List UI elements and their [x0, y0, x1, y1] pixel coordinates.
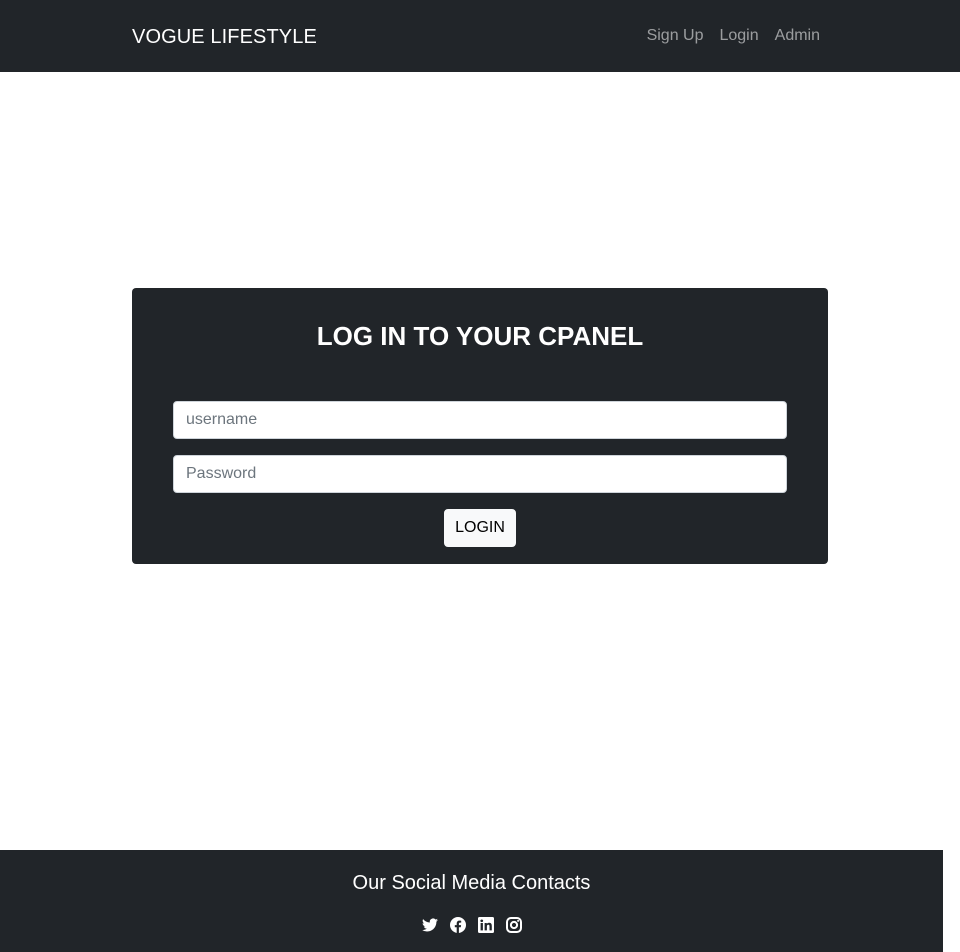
top-navbar: VOGUE LIFESTYLE Sign Up Login Admin	[0, 0, 960, 72]
brand-logo-link[interactable]: VOGUE LIFESTYLE	[132, 24, 317, 50]
nav-link-sign-up[interactable]: Sign Up	[647, 26, 704, 46]
twitter-icon[interactable]	[421, 917, 438, 933]
footer: Our Social Media Contacts	[0, 850, 943, 952]
login-card: LOG IN TO YOUR CPANEL LOGIN	[132, 288, 828, 564]
instagram-icon[interactable]	[505, 917, 522, 933]
password-input[interactable]	[173, 455, 787, 493]
nav-link-admin[interactable]: Admin	[775, 26, 820, 46]
login-button[interactable]: LOGIN	[444, 509, 516, 547]
login-title: LOG IN TO YOUR CPANEL	[316, 321, 644, 351]
social-icons	[0, 917, 943, 933]
linkedin-icon[interactable]	[477, 917, 494, 933]
facebook-icon[interactable]	[449, 917, 466, 933]
nav-links: Sign Up Login Admin	[647, 26, 820, 46]
nav-link-login[interactable]: Login	[719, 26, 758, 46]
username-input[interactable]	[173, 401, 787, 439]
footer-title: Our Social Media Contacts	[352, 872, 591, 894]
